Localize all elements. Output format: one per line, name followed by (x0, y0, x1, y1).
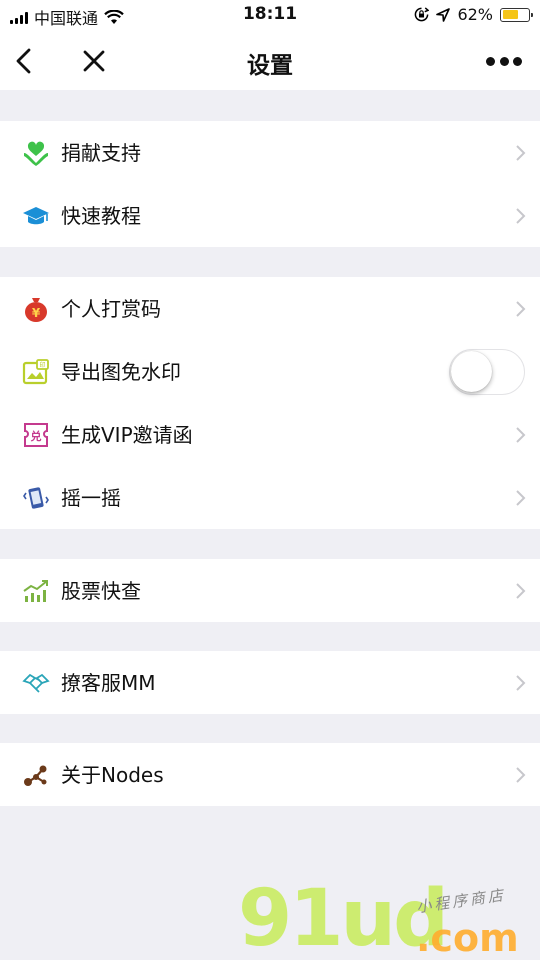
settings-group-features: ¥ 个人打赏码 印 导出图免水印 兑 生成VIP邀请函 摇一摇 (0, 277, 540, 529)
settings-item-vip-invite[interactable]: 兑 生成VIP邀请函 (0, 403, 540, 466)
rotation-lock-icon (415, 7, 430, 22)
chevron-right-icon (516, 427, 526, 443)
settings-item-label: 导出图免水印 (61, 360, 181, 384)
settings-item-label: 摇一摇 (61, 486, 121, 510)
settings-item-label: 撩客服MM (61, 671, 156, 695)
settings-item-customer-service[interactable]: 撩客服MM (0, 651, 540, 714)
svg-text:¥: ¥ (32, 306, 41, 320)
more-dots-icon[interactable] (486, 54, 522, 68)
voucher-icon: 兑 (22, 421, 50, 449)
settings-group-stocks: 股票快查 (0, 559, 540, 622)
settings-item-label: 生成VIP邀请函 (61, 423, 193, 447)
svg-text:兑: 兑 (31, 429, 42, 443)
image-stamp-icon: 印 (22, 358, 50, 386)
watermark-domain: .com (416, 916, 519, 960)
chevron-right-icon (516, 767, 526, 783)
battery-percent: 62% (457, 5, 493, 24)
handshake-icon (22, 669, 50, 697)
settings-item-donate[interactable]: 捐献支持 (0, 121, 540, 184)
stock-chart-icon (22, 577, 50, 605)
settings-item-label: 个人打赏码 (61, 297, 161, 321)
nodes-icon (22, 761, 50, 789)
settings-item-label: 快速教程 (61, 204, 141, 228)
battery-level (502, 10, 518, 19)
battery-icon (500, 7, 533, 22)
site-watermark: 91ud 小程序商店 .com (238, 874, 538, 960)
settings-item-shake[interactable]: 摇一摇 (0, 466, 540, 529)
settings-item-stocks[interactable]: 股票快查 (0, 559, 540, 622)
chevron-right-icon (516, 583, 526, 599)
watermark-logo: 91ud (238, 874, 449, 960)
settings-item-tutorial[interactable]: 快速教程 (0, 184, 540, 247)
settings-item-label: 关于Nodes (61, 763, 164, 787)
status-bar: 中国联通 18:11 62% (0, 0, 540, 32)
graduation-cap-icon (22, 202, 50, 230)
svg-text:印: 印 (39, 362, 45, 369)
settings-item-label: 捐献支持 (61, 141, 141, 165)
heart-hands-icon (22, 139, 50, 167)
status-right: 62% (414, 5, 533, 24)
location-icon (436, 7, 451, 22)
shake-phone-icon (22, 484, 50, 512)
settings-item-tip-code[interactable]: ¥ 个人打赏码 (0, 277, 540, 340)
money-bag-icon: ¥ (22, 295, 50, 323)
settings-item-no-watermark: 印 导出图免水印 (0, 340, 540, 403)
settings-group-service: 撩客服MM (0, 651, 540, 714)
settings-group-about: 关于Nodes (0, 743, 540, 806)
watermark-toggle[interactable] (449, 349, 525, 395)
chevron-right-icon (516, 208, 526, 224)
settings-item-label: 股票快查 (61, 579, 141, 603)
page-title: 设置 (247, 53, 293, 79)
chevron-right-icon (516, 490, 526, 506)
settings-group-support: 捐献支持 快速教程 (0, 121, 540, 247)
chevron-right-icon (516, 301, 526, 317)
toggle-knob (451, 351, 492, 392)
chevron-right-icon (516, 145, 526, 161)
nav-bar: 设置 (0, 32, 540, 90)
settings-item-about[interactable]: 关于Nodes (0, 743, 540, 806)
chevron-right-icon (516, 675, 526, 691)
